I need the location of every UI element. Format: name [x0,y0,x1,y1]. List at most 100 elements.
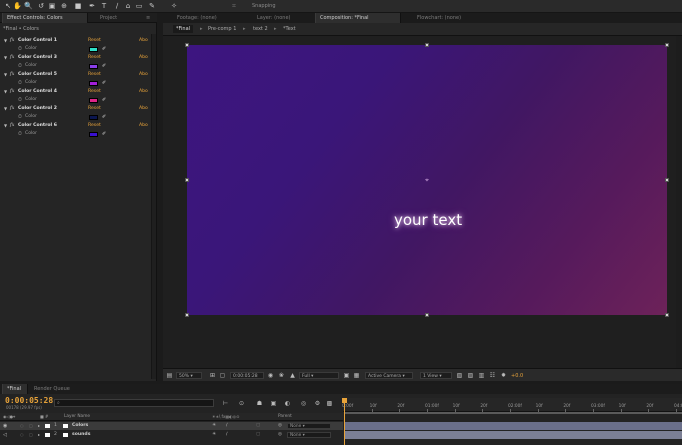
timeline-current-time[interactable]: 0:00:05:28 [5,396,53,405]
crumb-final[interactable]: *Final [173,25,194,33]
tab-footage[interactable]: Footage: (none) [173,13,245,23]
tab-final-timeline[interactable]: *Final [2,384,28,394]
show-snapshot-icon[interactable]: ❀ [278,372,285,379]
exposure-value[interactable]: +0.0 [511,373,523,379]
camera-tool-icon[interactable]: ▣ [48,2,56,10]
selection-tool-icon[interactable]: ↖ [4,2,12,10]
current-time-indicator-head[interactable] [342,398,347,403]
brainstorm-icon[interactable]: ⚙ [314,400,321,407]
resolution-select[interactable]: Full ▾ [299,372,339,379]
rectangle-tool-icon[interactable]: ■ [74,2,82,10]
eyedropper-icon[interactable]: ✐ [102,63,109,69]
lock-icon[interactable]: ▢ [29,422,33,430]
shy-switch-icon[interactable]: ☀ [212,431,216,439]
pickwhip-icon[interactable]: ◎ [278,431,282,439]
crumb-text[interactable]: *Text [280,25,299,33]
eyedropper-icon[interactable]: ✐ [102,97,109,103]
adjust-icon[interactable]: ▩ [326,400,333,407]
puppet-pin-tool-icon[interactable]: ✧ [170,2,178,10]
color-swatch[interactable] [89,114,98,120]
adjustment-switch-icon[interactable]: ▢ [256,431,260,439]
graph-editor-icon[interactable]: ◎ [300,400,307,407]
color-swatch[interactable] [89,97,98,103]
reset-button[interactable]: Reset [88,105,101,113]
transform-handle[interactable] [185,178,189,182]
layer-name-header[interactable]: Layer Name [64,413,90,421]
panel-menu-icon[interactable]: ≡ [142,13,154,23]
transform-handle[interactable] [185,313,189,317]
reset-button[interactable]: Reset [88,37,101,45]
fx-icon[interactable]: fx [10,54,14,62]
snapshot-icon[interactable]: ◉ [267,372,274,379]
grid-icon[interactable]: ⊞ [209,372,216,379]
left-panel-scrollbar[interactable] [151,34,156,379]
expand-triangle-icon[interactable]: ▼ [4,71,7,79]
fx-icon[interactable]: fx [10,88,14,96]
flowchart-icon[interactable]: ☷ [489,372,496,379]
type-tool-icon[interactable]: T [100,2,108,10]
transparency-grid-icon[interactable]: ▦ [353,372,360,379]
lock-icon[interactable]: ▢ [29,431,33,439]
layer-label-color[interactable] [45,433,50,437]
about-button[interactable]: Abo [139,105,148,113]
parent-header[interactable]: Parent [278,413,292,421]
about-button[interactable]: Abo [139,54,148,62]
brush-tool-icon[interactable]: ∕ [113,2,121,10]
pickwhip-icon[interactable]: ◎ [278,422,282,430]
crumb-text2[interactable]: text 2 [250,25,271,33]
expand-triangle-icon[interactable]: ▼ [4,54,7,62]
color-swatch[interactable] [89,80,98,86]
color-swatch[interactable] [89,46,98,52]
twirl-triangle-icon[interactable]: ▸ [38,422,40,430]
effect-header-row[interactable]: ▼ fx Color Control 2 Reset Abo [0,105,152,113]
layer-duration-bar[interactable] [345,431,682,439]
fx-icon[interactable]: fx [10,122,14,130]
camera-select[interactable]: Active Camera ▾ [365,372,413,379]
mask-visibility-icon[interactable]: ▢ [219,372,226,379]
eyedropper-icon[interactable]: ✐ [102,46,109,52]
time-ruler[interactable]: 0:00f 10f 20f 01:00f 10f 20f 02:00f 10f 20f 03:00… [342,398,682,412]
about-button[interactable]: Abo [139,88,148,96]
zoom-select[interactable]: 50% ▾ [176,372,202,379]
hand-tool-icon[interactable]: ✋ [13,2,22,10]
expand-triangle-icon[interactable]: ▼ [4,105,7,113]
channel-icon[interactable]: ▲ [289,372,296,379]
twirl-triangle-icon[interactable]: ▸ [38,431,40,439]
transform-handle[interactable] [425,313,429,317]
anchor-point-icon[interactable]: ⌖ [424,177,430,184]
transform-handle[interactable] [665,178,669,182]
about-button[interactable]: Abo [139,37,148,45]
comp-text-layer[interactable]: your text [394,211,462,229]
transform-handle[interactable] [665,313,669,317]
draft-3d-icon[interactable]: ⊙ [238,400,245,407]
timeline-layer-row[interactable]: ◉ ○ ▢ ▸ 1 Colors ☀ ∕ ▢ ◎ None ▾ [0,422,343,430]
reset-button[interactable]: Reset [88,122,101,130]
stopwatch-icon[interactable]: ⏱ [18,45,22,53]
pen-tool-icon[interactable]: ✒ [88,2,96,10]
stopwatch-icon[interactable]: ⏱ [18,79,22,87]
effect-header-row[interactable]: ▼ fx Color Control 3 Reset Abo [0,54,152,62]
reset-button[interactable]: Reset [88,54,101,62]
timeline-layer-row[interactable]: ◁ ○ ▢ ▸ 2 sounds ☀ ∕ ▢ ◎ None ▾ [0,431,343,439]
fx-icon[interactable]: fx [10,71,14,79]
layer-label-color[interactable] [45,424,50,428]
quality-switch-icon[interactable]: ∕ [226,431,228,439]
region-of-interest-icon[interactable]: ▣ [343,372,350,379]
color-swatch[interactable] [89,63,98,69]
about-button[interactable]: Abo [139,71,148,79]
video-eye-icon[interactable]: ◉ [3,422,7,430]
timeline-search-input[interactable]: ⌕ [54,399,214,407]
toggle-pixel-aspect-icon[interactable]: ▧ [456,372,463,379]
tab-effect-controls[interactable]: Effect Controls: Colors [2,13,88,23]
transform-handle[interactable] [185,43,189,47]
zoom-tool-icon[interactable]: 🔍 [24,2,33,10]
tab-composition[interactable]: Composition: *Final [315,13,401,23]
crumb-precomp[interactable]: Pre-comp 1 [205,25,239,33]
tab-flowchart[interactable]: Flowchart: (none) [413,13,493,23]
rotation-tool-icon[interactable]: ↺ [37,2,45,10]
always-preview-icon[interactable]: ▤ [166,372,173,379]
frame-blending-icon[interactable]: ▣ [270,400,277,407]
transform-handle[interactable] [425,43,429,47]
viewer-scrollbar[interactable] [676,36,682,368]
motion-blur-icon[interactable]: ◐ [284,400,291,407]
